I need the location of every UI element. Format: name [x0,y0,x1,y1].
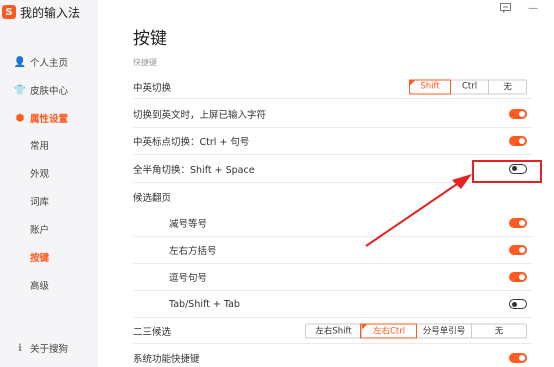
main-panel: 按键 快捷键 中英切换 Shift Ctrl 无 切换到英文时，上屏已输入字符 … [98,0,554,367]
user-icon: 👤 [13,56,27,68]
sidebar-subitem-appearance[interactable]: 外观 [30,162,49,184]
setting-row-cn-en-switch: 中英切换 Shift Ctrl 无 [133,75,533,99]
app-brand: S 我的输入法 [2,2,80,22]
setting-label: 系统功能快捷键 [133,353,200,365]
sidebar-subitem-common[interactable]: 常用 [30,134,49,156]
setting-label: 逗号句号 [169,273,208,284]
option-none[interactable]: 无 [488,80,526,93]
setting-row-commit-on-switch: 切换到英文时，上屏已输入字符 [133,101,533,128]
option-left-right-shift[interactable]: 左右Shift [306,324,361,337]
sidebar-item-label: 皮肤中心 [30,86,69,97]
brackets-toggle[interactable] [509,245,527,255]
sidebar-item-label: 关于搜狗 [30,344,69,355]
setting-row-punct-switch: 中英标点切换：Ctrl + 句号 [133,128,533,155]
setting-label: Tab/Shift + Tab [169,298,240,310]
setting-label: 二三候选 [133,326,172,338]
option-shift[interactable]: Shift [409,79,451,94]
sidebar-subitem-advanced[interactable]: 高级 [30,274,49,296]
app-logo-icon: S [2,5,16,19]
setting-row-second-third-candidate: 二三候选 左右Shift 左右Ctrl 分号单引号 无 [133,318,533,344]
setting-row-tab: Tab/Shift + Tab [133,291,533,318]
option-semicolon-quote[interactable]: 分号单引号 [416,324,471,337]
option-left-right-ctrl[interactable]: 左右Ctrl [360,323,417,338]
setting-label: 切换到英文时，上屏已输入字符 [133,110,267,121]
tab-toggle[interactable] [509,299,527,309]
sidebar-item-profile[interactable]: 👤 个人主页 [0,51,98,73]
sidebar-item-label: 属性设置 [30,114,69,125]
setting-label: 左右方括号 [169,246,217,257]
sidebar: S 我的输入法 👤 个人主页 👕 皮肤中心 ⬢ 属性设置 常用 外观 词库 账户… [0,0,98,367]
setting-row-system-shortcuts: 系统功能快捷键 [133,344,533,367]
setting-row-minus-equal: 减号等号 [133,210,533,237]
setting-group-paging: 候选翻页 [133,183,533,210]
commit-on-switch-toggle[interactable] [509,109,527,119]
punct-switch-toggle[interactable] [509,136,527,146]
section-label: 快捷键 [133,58,157,67]
setting-group-label: 候选翻页 [133,192,172,204]
sidebar-subitem-dictionary[interactable]: 词库 [30,190,49,212]
system-shortcuts-toggle[interactable] [509,352,527,363]
candidate-key-segmented: 左右Shift 左右Ctrl 分号单引号 无 [305,323,527,338]
setting-label: 减号等号 [169,219,208,230]
info-icon: ℹ [18,342,22,354]
setting-label: 全半角切换：Shift + Space [133,164,255,176]
setting-row-brackets: 左右方括号 [133,237,533,264]
option-none[interactable]: 无 [471,324,526,337]
page-title: 按键 [133,29,167,49]
setting-row-comma-period: 逗号句号 [133,264,533,291]
sidebar-item-about[interactable]: ℹ 关于搜狗 [0,337,98,359]
sidebar-item-settings[interactable]: ⬢ 属性设置 [0,107,98,129]
settings-icon: ⬢ [15,112,25,124]
highlight-box [472,160,542,183]
cn-en-switch-segmented: Shift Ctrl 无 [409,79,527,94]
setting-label: 中英切换 [133,82,172,94]
sidebar-subitem-account[interactable]: 账户 [30,218,49,240]
app-title: 我的输入法 [20,5,81,20]
comma-period-toggle[interactable] [509,272,527,282]
sidebar-subitem-keys[interactable]: 按键 [30,246,49,268]
option-ctrl[interactable]: Ctrl [450,80,488,93]
setting-label: 中英标点切换：Ctrl + 句号 [133,137,250,148]
sidebar-item-skins[interactable]: 👕 皮肤中心 [0,79,98,101]
sidebar-item-label: 个人主页 [30,58,69,69]
minus-equal-toggle[interactable] [509,218,527,228]
shirt-icon: 👕 [13,84,27,96]
